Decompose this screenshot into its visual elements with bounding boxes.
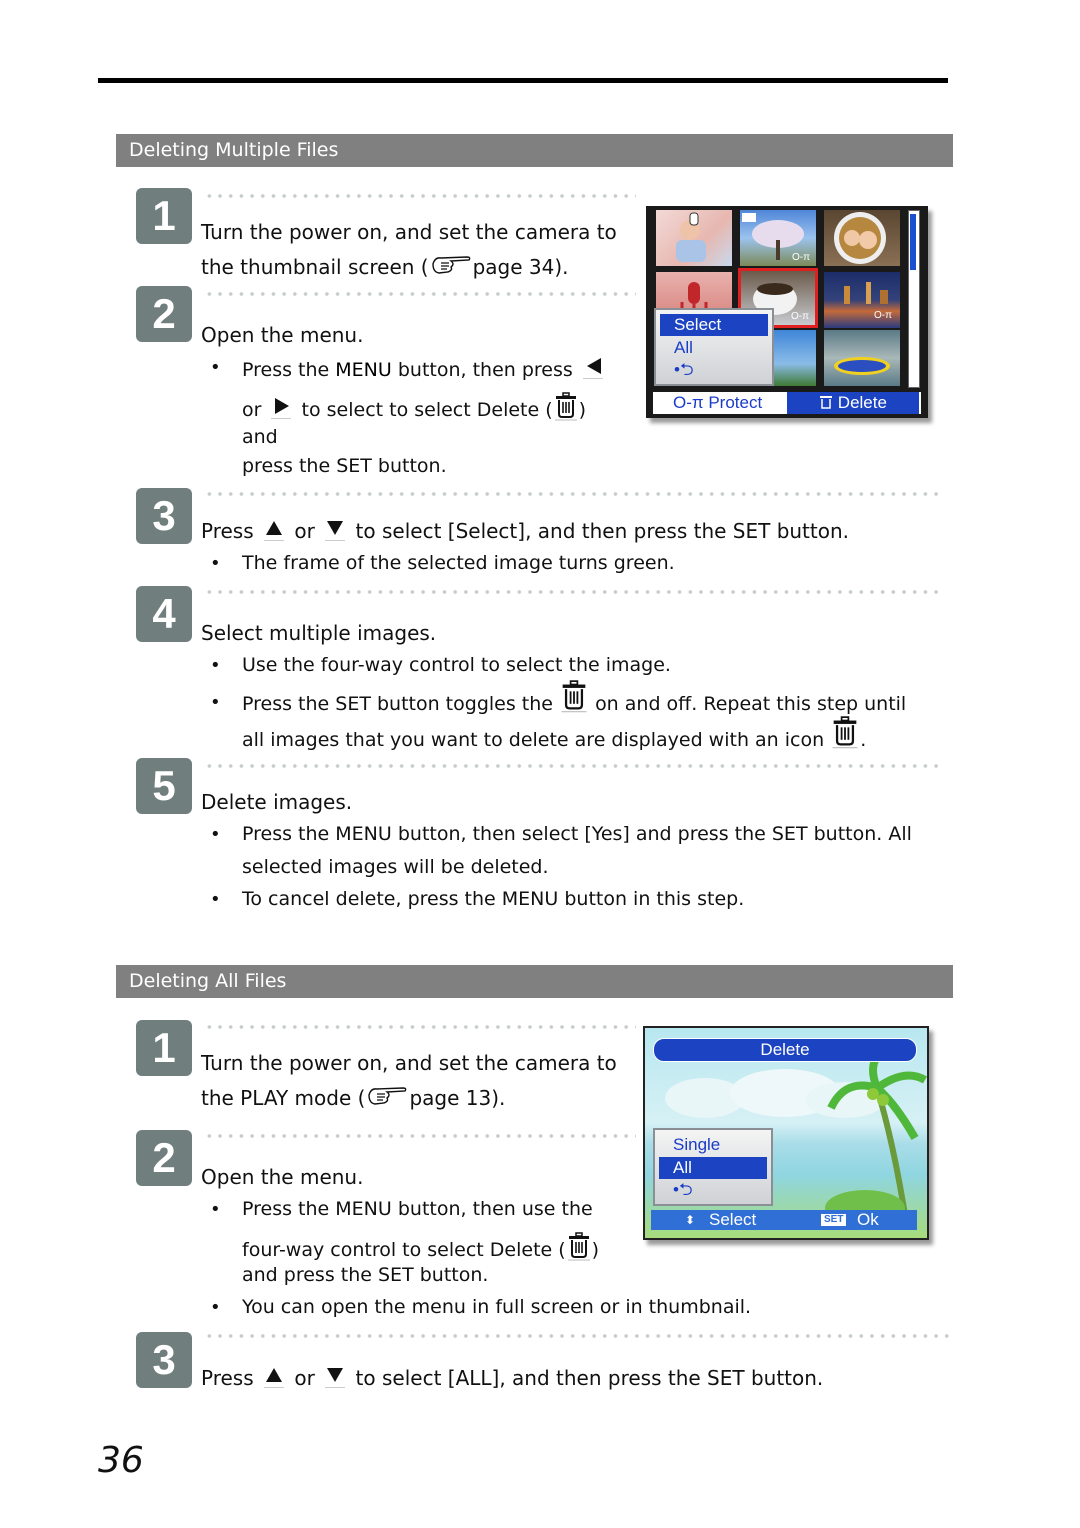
bullet-text: selected images will be deleted. <box>242 856 549 878</box>
left-arrow-icon <box>582 356 603 379</box>
dotted-divider <box>204 1134 636 1138</box>
step-text: Turn the power on, and set the camera to <box>201 220 617 244</box>
right-arrow-icon <box>271 396 292 419</box>
thumbnail-city-night[interactable]: O‑π <box>824 272 900 328</box>
top-rule <box>98 78 948 83</box>
bullet-text: press the SET button. <box>242 455 447 477</box>
bullet-text: all images that you want to delete are d… <box>242 716 866 751</box>
thumbnail-porthole[interactable] <box>824 210 900 266</box>
bullet-icon: • <box>210 889 221 910</box>
camera-thumbnail-screen: O‑π O‑π O‑π Select All •⮌ O‑π Protect De… <box>646 206 928 418</box>
page-reference-link[interactable]: page 13). <box>409 1086 505 1110</box>
section-header-multiple: Deleting Multiple Files <box>116 134 953 167</box>
thumbnail-tree[interactable]: O‑π <box>740 210 816 266</box>
trash-icon <box>830 716 860 750</box>
step-title: Open the menu. <box>201 323 364 347</box>
bullet-text: The frame of the selected image turns gr… <box>242 552 675 574</box>
bullet-text: To cancel delete, press the MENU button … <box>242 888 745 910</box>
menu-item-back[interactable]: •⮌ <box>659 1179 767 1201</box>
menu-item-back[interactable]: •⮌ <box>660 359 768 381</box>
step-title: Select multiple images. <box>201 621 437 645</box>
up-down-arrows-icon: ⬍ <box>685 1213 696 1227</box>
bullet-text: Press the SET button toggles the on and … <box>242 680 906 715</box>
bullet-icon: • <box>210 824 221 845</box>
bullet-text: and press the SET button. <box>242 1264 489 1286</box>
step-badge-3: 3 <box>136 1332 192 1388</box>
bullet-icon: • <box>210 553 221 574</box>
bullet-text: Press the MENU button, then use the <box>242 1198 593 1220</box>
bullet-text: or to select to select Delete () <box>242 392 586 422</box>
step-title: Delete images. <box>201 790 353 814</box>
scrollbar-thumb[interactable] <box>910 214 916 270</box>
page-reference-link[interactable]: page 34). <box>473 255 569 279</box>
delete-option[interactable]: Delete <box>787 392 919 414</box>
bullet-text: Press the MENU button, then press <box>242 356 607 381</box>
step-badge-4: 4 <box>136 586 192 642</box>
bullet-text: and <box>242 426 278 448</box>
dotted-divider <box>204 590 942 594</box>
trash-icon <box>553 392 579 422</box>
step-badge-2: 2 <box>136 286 192 342</box>
down-arrow-icon <box>325 1365 346 1388</box>
up-arrow-icon <box>264 518 284 541</box>
step-badge-2: 2 <box>136 1130 192 1186</box>
menu-item-all[interactable]: All <box>660 337 768 359</box>
trash-icon <box>559 680 589 714</box>
bullet-icon: • <box>210 357 221 378</box>
select-hint: Select <box>709 1210 757 1229</box>
dotted-divider <box>204 764 942 768</box>
ok-hint: Ok <box>857 1210 879 1229</box>
bullet-text: four-way control to select Delete () <box>242 1232 599 1262</box>
delete-menu-popup: Single All •⮌ <box>653 1128 773 1206</box>
camera-delete-screen: Delete Single All •⮌ ⬍ Select SET Ok <box>643 1026 929 1240</box>
step-text: Press or to select [Select], and then pr… <box>201 518 850 543</box>
dotted-divider <box>204 1334 950 1338</box>
menu-item-single[interactable]: Single <box>659 1134 767 1156</box>
step-badge-5: 5 <box>136 758 192 814</box>
pointing-hand-icon <box>365 1085 409 1107</box>
delete-title: Delete <box>653 1038 917 1062</box>
svg-text:O‑π: O‑π <box>791 311 809 322</box>
thumbnail-baby[interactable] <box>656 210 732 266</box>
svg-text:O‑π: O‑π <box>792 252 810 263</box>
bullet-text: Press the MENU button, then select [Yes]… <box>242 823 912 845</box>
dotted-divider <box>204 492 942 496</box>
bullet-icon: • <box>210 692 221 713</box>
protect-option[interactable]: O‑π Protect <box>673 392 762 414</box>
step-text-part: the thumbnail screen ( <box>201 255 429 279</box>
bullet-text: Use the four-way control to select the i… <box>242 654 671 676</box>
bullet-text: You can open the menu in full screen or … <box>242 1296 752 1318</box>
step-title: Open the menu. <box>201 1165 364 1189</box>
bullet-icon: • <box>210 655 221 676</box>
bullet-icon: • <box>210 1297 221 1318</box>
select-menu-popup: Select All •⮌ <box>654 308 774 386</box>
camera-bottom-bar: O‑π Protect Delete <box>653 392 921 414</box>
dotted-divider <box>204 194 636 198</box>
menu-item-select[interactable]: Select <box>660 314 768 336</box>
bullet-icon: • <box>210 1199 221 1220</box>
dotted-divider <box>204 1025 636 1029</box>
step-badge-1: 1 <box>136 1020 192 1076</box>
pointing-hand-icon <box>429 254 473 276</box>
step-text: Press or to select [ALL], and then press… <box>201 1365 824 1390</box>
key-icon: O‑π <box>673 393 709 412</box>
svg-text:O‑π: O‑π <box>874 310 892 321</box>
step-badge-1: 1 <box>136 188 192 244</box>
thumbnail-jetski[interactable] <box>824 330 900 386</box>
page-number: 36 <box>98 1440 144 1481</box>
set-button-badge: SET <box>821 1214 847 1226</box>
menu-item-all[interactable]: All <box>659 1157 767 1179</box>
step-text: the thumbnail screen ( page 34). <box>201 254 569 279</box>
down-arrow-icon <box>325 518 346 541</box>
trash-icon <box>566 1232 592 1262</box>
camera-bottom-bar: ⬍ Select SET Ok <box>651 1210 917 1230</box>
section-header-all: Deleting All Files <box>116 965 953 998</box>
step-text: the PLAY mode (page 13). <box>201 1085 506 1110</box>
step-badge-3: 3 <box>136 488 192 544</box>
dotted-divider <box>204 292 636 296</box>
up-arrow-icon <box>264 1365 284 1388</box>
step-text: Turn the power on, and set the camera to <box>201 1051 617 1075</box>
trash-icon <box>820 396 833 409</box>
